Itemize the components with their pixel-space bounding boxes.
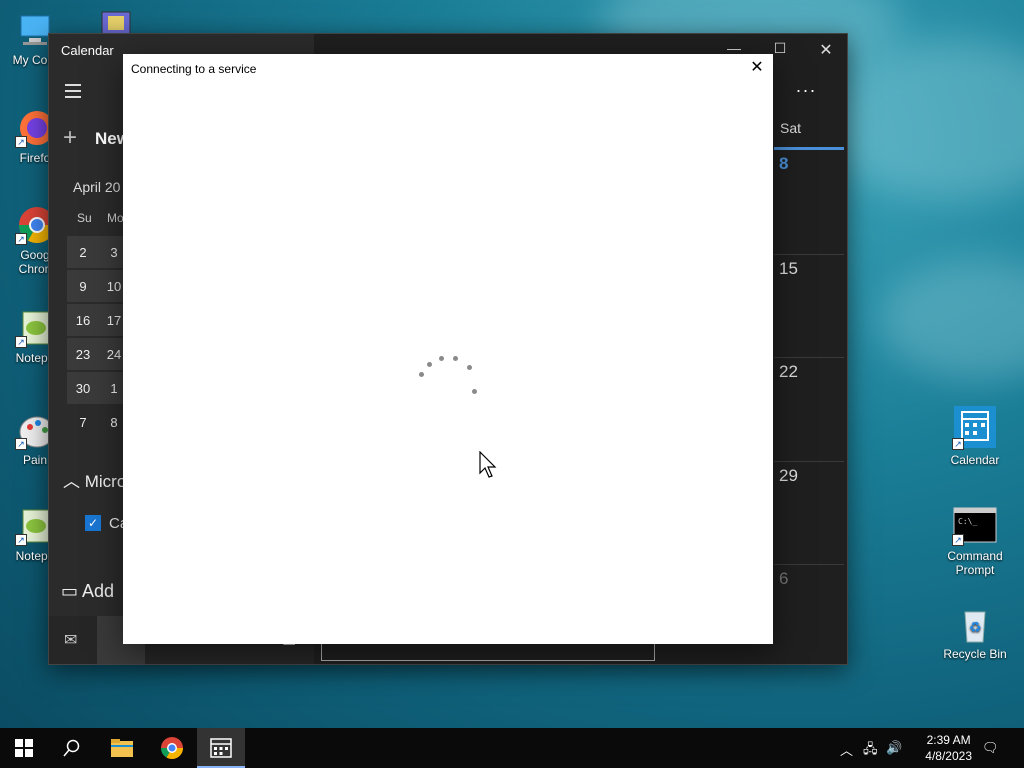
- dialog-close-button[interactable]: ✕: [747, 58, 767, 78]
- mouse-cursor-icon: [479, 450, 499, 484]
- close-window-button[interactable]: ✕: [811, 40, 841, 60]
- file-explorer-button[interactable]: [98, 728, 146, 768]
- add-calendar-label: Add: [82, 581, 115, 601]
- day-cell[interactable]: 22: [774, 357, 844, 459]
- calendar-icon: ↗: [952, 404, 998, 450]
- plus-icon[interactable]: +: [63, 124, 77, 152]
- desktop-icon-label: Recycle Bin: [943, 647, 1007, 661]
- shortcut-arrow-icon: ↗: [15, 438, 27, 450]
- desktop-icon-label: Pain: [22, 453, 48, 467]
- dialog-title: Connecting to a service: [131, 62, 257, 76]
- saturday-header: Sat: [780, 120, 802, 136]
- day-number: 6: [779, 569, 789, 588]
- mail-icon[interactable]: ✉: [64, 630, 77, 650]
- day-cell[interactable]: 29: [774, 461, 844, 563]
- taskbar: ︿ 🖧 🔊 2:39 AM 4/8/2023 🗨: [0, 728, 1024, 768]
- notifications-icon[interactable]: 🗨: [982, 740, 999, 756]
- search-icon: [63, 739, 80, 757]
- desktop-icon-command-prompt[interactable]: C:\_ ↗ Command Prompt: [940, 506, 1010, 577]
- desktop-icon-calendar[interactable]: ↗ Calendar: [940, 404, 1010, 467]
- connecting-dialog: Connecting to a service ✕: [123, 54, 773, 644]
- loading-spinner-icon: [415, 352, 479, 400]
- calendar-icon: [210, 738, 232, 758]
- cmd-icon: C:\_ ↗: [952, 506, 998, 546]
- shortcut-arrow-icon: ↗: [15, 534, 27, 546]
- mini-calendar-day[interactable]: 9: [69, 279, 97, 294]
- desktop-icon-label: Calendar: [950, 453, 1000, 467]
- start-button[interactable]: [0, 728, 48, 768]
- desktop-icon-recycle-bin[interactable]: ♻ Recycle Bin: [940, 604, 1010, 661]
- wallpaper-highlight: [880, 260, 1024, 380]
- network-icon[interactable]: 🖧: [863, 740, 878, 762]
- mini-calendar-day[interactable]: 23: [69, 347, 97, 362]
- taskbar-clock[interactable]: 2:39 AM 4/8/2023: [925, 732, 972, 764]
- add-calendar-icon: ▭: [61, 581, 79, 601]
- mini-calendar-day[interactable]: 30: [69, 381, 97, 396]
- svg-text:C:\_: C:\_: [958, 517, 977, 526]
- chevron-up-icon: ︿: [63, 472, 80, 491]
- shortcut-arrow-icon: ↗: [15, 136, 27, 148]
- day-number: 8: [779, 154, 789, 173]
- account-section-header[interactable]: ︿ Micro: [63, 467, 126, 492]
- calendar-checkbox[interactable]: ✓: [85, 515, 101, 531]
- mini-calendar-month[interactable]: April 20: [73, 179, 120, 195]
- day-number: 15: [779, 259, 798, 278]
- day-cell[interactable]: 15: [774, 254, 844, 356]
- day-number: 22: [779, 362, 798, 381]
- folder-icon: [111, 739, 133, 757]
- chrome-icon: [161, 737, 183, 759]
- shortcut-arrow-icon: ↗: [952, 438, 964, 450]
- desktop-icon-label: Firefo: [19, 151, 51, 165]
- hamburger-menu-icon[interactable]: [65, 84, 81, 102]
- search-button[interactable]: [48, 728, 96, 768]
- show-hidden-icons-button[interactable]: ︿: [840, 740, 853, 759]
- windows-logo-icon: [15, 739, 33, 757]
- desktop-icon-label: Goog Chron: [18, 248, 52, 276]
- mini-calendar-day[interactable]: 16: [69, 313, 97, 328]
- day-cell[interactable]: 6: [774, 564, 844, 666]
- svg-text:♻: ♻: [969, 619, 982, 635]
- weekday-label: Mo: [107, 211, 124, 225]
- weekday-label: Su: [77, 211, 92, 225]
- more-options-button[interactable]: ...: [796, 76, 817, 97]
- shortcut-arrow-icon: ↗: [952, 534, 964, 546]
- add-calendar-button[interactable]: ▭ Add: [61, 581, 114, 602]
- volume-icon[interactable]: 🔊: [886, 740, 902, 756]
- chrome-taskbar-button[interactable]: [148, 728, 196, 768]
- window-title: Calendar: [61, 43, 114, 58]
- desktop-icon-label: Command Prompt: [947, 549, 1003, 577]
- mini-calendar-day[interactable]: 7: [69, 415, 97, 430]
- account-section-label: Micro: [84, 472, 127, 491]
- calendar-taskbar-button[interactable]: [197, 728, 245, 768]
- clock-date: 4/8/2023: [925, 749, 972, 763]
- shortcut-arrow-icon: ↗: [15, 336, 27, 348]
- day-number: 29: [779, 466, 798, 485]
- shortcut-arrow-icon: ↗: [15, 233, 27, 245]
- mini-calendar-day[interactable]: 2: [69, 245, 97, 260]
- day-cell[interactable]: 8: [774, 150, 844, 252]
- clock-time: 2:39 AM: [926, 733, 971, 747]
- recycle-bin-icon: ♻: [955, 604, 995, 644]
